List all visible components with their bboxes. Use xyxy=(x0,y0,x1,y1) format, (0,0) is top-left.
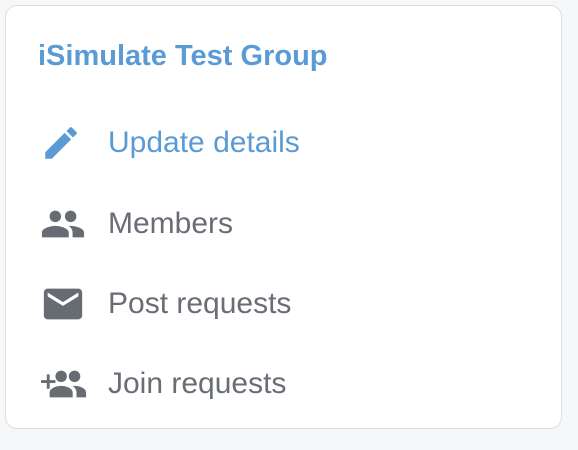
group-menu-card: iSimulate Test Group Update details Memb… xyxy=(5,5,562,429)
add-people-icon xyxy=(40,356,98,412)
people-icon xyxy=(40,196,98,252)
menu-item-label: Post requests xyxy=(108,287,292,320)
menu-item-members[interactable]: Members xyxy=(40,196,520,252)
menu-item-label: Join requests xyxy=(108,367,287,400)
menu-item-update-details[interactable]: Update details xyxy=(40,115,520,171)
envelope-icon xyxy=(40,276,98,332)
menu-item-join-requests[interactable]: Join requests xyxy=(40,356,520,412)
menu-item-post-requests[interactable]: Post requests xyxy=(40,276,520,332)
pencil-icon xyxy=(40,115,98,171)
group-title: iSimulate Test Group xyxy=(38,40,328,72)
page-background xyxy=(0,436,578,450)
menu-item-label: Update details xyxy=(108,126,300,159)
menu-item-label: Members xyxy=(108,207,234,240)
